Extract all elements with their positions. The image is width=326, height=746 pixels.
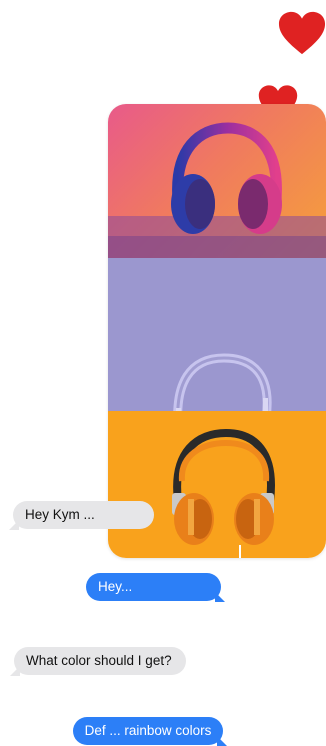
headphones-image-message[interactable] [108,104,326,558]
message-text: Hey... [98,579,133,595]
message-bubble-incoming: Hey Kym ... [13,501,154,529]
heart-icon [278,10,326,56]
pink-headphones-image [108,104,326,258]
message-text: What color should I get? [26,653,172,669]
message-text: Hey Kym ... [25,507,95,523]
message-bubble-incoming: What color should I get? [14,647,186,675]
message-bubble-outgoing: Def ... rainbow colors [73,717,223,745]
orange-headphones-image [108,411,326,558]
message-bubble-outgoing: Hey... [86,573,221,601]
message-text: Def ... rainbow colors [84,723,212,739]
